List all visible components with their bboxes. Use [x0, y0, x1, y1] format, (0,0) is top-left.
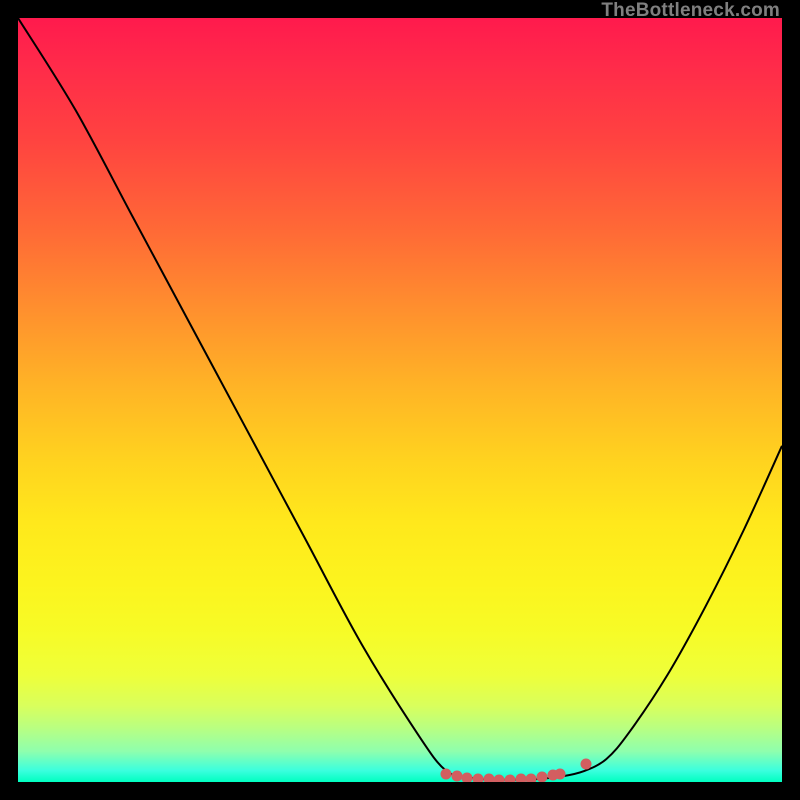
curve-marker: [462, 773, 473, 782]
curve-marker: [526, 773, 537, 782]
curve-marker: [440, 768, 451, 779]
curve-marker: [580, 758, 591, 769]
curve-marker: [515, 774, 526, 782]
plot-area: [18, 18, 782, 782]
chart-frame: TheBottleneck.com: [0, 0, 800, 800]
watermark-text: TheBottleneck.com: [601, 0, 780, 22]
curve-marker: [537, 772, 548, 782]
curve-marker: [505, 774, 516, 782]
curve-marker: [555, 768, 566, 779]
curve-marker: [451, 771, 462, 782]
curve-marker: [483, 774, 494, 782]
curve-marker: [494, 774, 505, 782]
curve-marker: [472, 773, 483, 782]
curve-markers-group: [18, 18, 782, 782]
